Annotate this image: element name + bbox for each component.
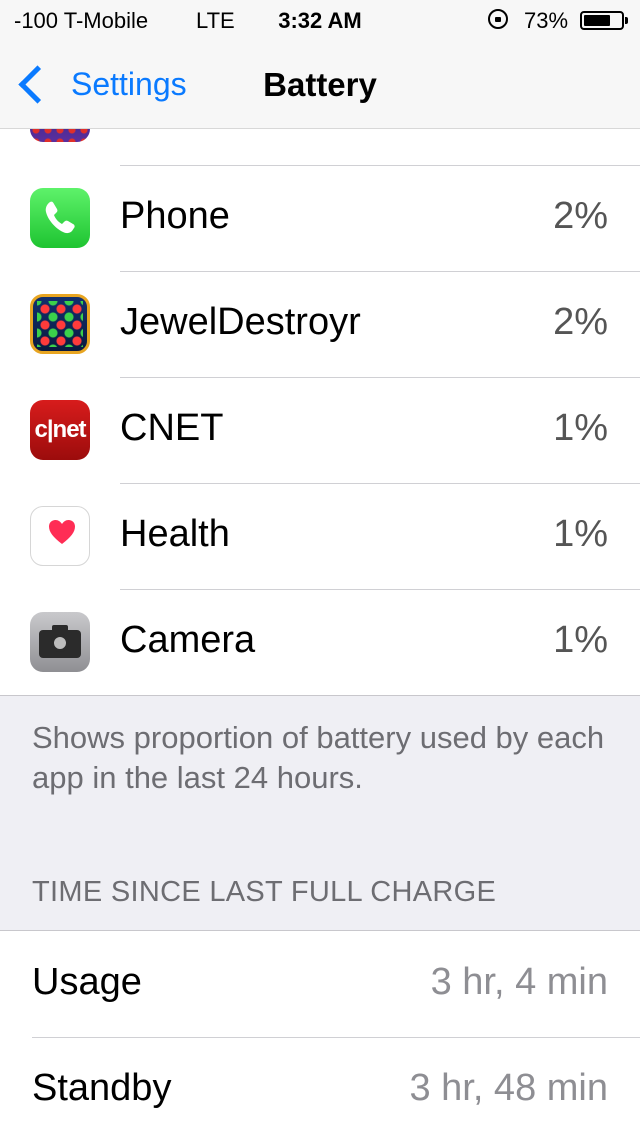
battery-icon bbox=[580, 11, 628, 30]
list-item[interactable]: Camera 1% bbox=[0, 589, 640, 695]
navigation-bar: -100 T-Mobile LTE 3:32 AM 73% Settings B… bbox=[0, 0, 640, 129]
page-title: Battery bbox=[263, 66, 377, 103]
app-battery-percent: 2% bbox=[553, 195, 608, 237]
app-battery-percent: 1% bbox=[553, 407, 608, 449]
jewel-icon bbox=[30, 294, 90, 354]
phone-icon bbox=[30, 188, 90, 248]
list-item[interactable]: Phone 2% bbox=[0, 165, 640, 271]
divider bbox=[120, 483, 640, 484]
heart-icon bbox=[30, 506, 90, 566]
app-name: JewelDestroyr bbox=[120, 301, 361, 343]
app-name: CNET bbox=[120, 407, 224, 449]
status-bar: -100 T-Mobile LTE 3:32 AM 73% bbox=[0, 0, 640, 40]
footer-note: Shows proportion of battery used by each… bbox=[32, 720, 605, 795]
list-item[interactable]: c|net CNET 1% bbox=[0, 377, 640, 483]
time-since-charge-group: Usage 3 hr, 4 min Standby 3 hr, 48 min bbox=[0, 930, 640, 1143]
standby-value: 3 hr, 48 min bbox=[409, 1067, 608, 1109]
section-header: TIME SINCE LAST FULL CHARGE bbox=[32, 876, 497, 908]
app-battery-percent: 1% bbox=[553, 619, 608, 661]
divider bbox=[120, 165, 640, 166]
app-battery-percent: 1% bbox=[553, 513, 608, 555]
list-item[interactable]: JewelDestroyr 2% bbox=[0, 271, 640, 377]
app-name: Camera bbox=[120, 619, 256, 661]
divider bbox=[120, 271, 640, 272]
usage-label: Usage bbox=[32, 961, 142, 1003]
cnet-icon: c|net bbox=[30, 400, 90, 460]
usage-row: Usage 3 hr, 4 min bbox=[0, 931, 640, 1037]
divider bbox=[120, 589, 640, 590]
rotation-lock-icon bbox=[488, 9, 508, 29]
app-name: Health bbox=[120, 513, 230, 555]
list-item[interactable]: Health 1% bbox=[0, 483, 640, 589]
app-battery-percent: 2% bbox=[553, 301, 608, 343]
standby-row: Standby 3 hr, 48 min bbox=[0, 1037, 640, 1143]
divider bbox=[32, 1037, 640, 1038]
app-name: Phone bbox=[120, 195, 230, 237]
nav-bar: Settings Battery bbox=[0, 40, 640, 128]
standby-label: Standby bbox=[32, 1067, 172, 1109]
camera-icon bbox=[30, 612, 90, 672]
divider bbox=[120, 377, 640, 378]
divider bbox=[0, 695, 640, 696]
battery-percent: 73% bbox=[524, 8, 569, 33]
usage-value: 3 hr, 4 min bbox=[430, 961, 608, 1003]
